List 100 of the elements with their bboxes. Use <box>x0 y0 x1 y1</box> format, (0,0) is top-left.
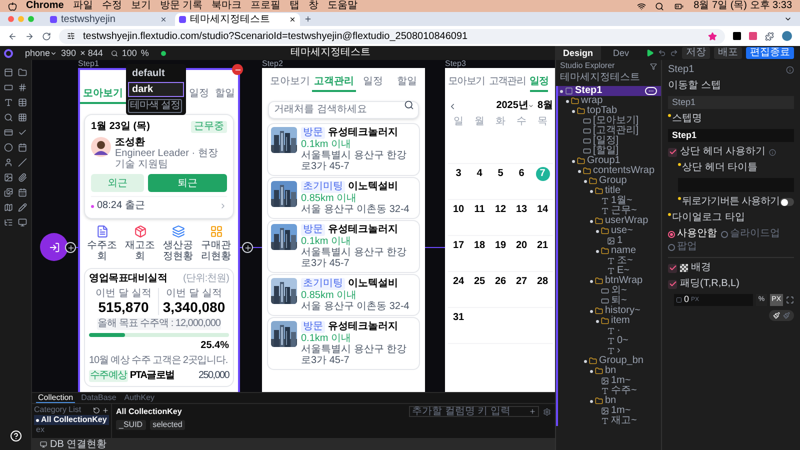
site-settings-icon[interactable] <box>67 32 75 40</box>
tree-item[interactable]: contentsWrap <box>558 166 661 176</box>
app-menu[interactable]: Chrome <box>26 0 64 12</box>
previous-month-icon[interactable] <box>448 102 457 110</box>
calendar-day[interactable]: 14 <box>536 203 548 235</box>
tree-item[interactable]: wrap <box>558 96 661 106</box>
tree-item[interactable]: [일정] <box>558 136 661 146</box>
customer-card[interactable]: 초기미팅 이노텍설비 0.85km 이내 서울 용산구 이촌동 32-4 <box>268 178 419 218</box>
tree-item[interactable]: 수주~ <box>558 386 661 396</box>
wifi-icon[interactable] <box>636 2 646 10</box>
date-icon[interactable] <box>18 188 27 197</box>
customer-card[interactable]: 방문 유성테크놀러지 0.1km 이내 서울특별시 용산구 한강로3가 45-7 <box>268 124 419 175</box>
search-icon[interactable] <box>4 113 13 122</box>
tree-item[interactable]: btnWrap <box>558 276 661 286</box>
shortcut-button[interactable]: 구매관리현황 <box>198 225 234 262</box>
apple-icon[interactable] <box>8 2 17 10</box>
customer-card[interactable]: 방문 유성테크놀러지 0.1km 이내 서울특별시 용산구 한강로3가 45-7 <box>268 318 419 369</box>
gallery-icon[interactable] <box>4 188 13 197</box>
grid-icon[interactable] <box>18 113 27 122</box>
calendar-day[interactable]: 26 <box>494 275 506 307</box>
more-icon[interactable] <box>645 87 657 95</box>
chevron-right-icon[interactable] <box>219 202 227 210</box>
toolbar-button[interactable]: 편집종료 <box>746 47 794 59</box>
toggle-switch[interactable] <box>780 198 794 206</box>
search-icon[interactable] <box>654 2 664 10</box>
menu-item[interactable]: 북마크 <box>212 0 242 12</box>
customer-card[interactable]: 초기미팅 이노텍설비 0.85km 이내 서울 용산구 이촌동 32-4 <box>268 275 419 315</box>
user-icon[interactable] <box>4 158 13 167</box>
tree-item[interactable]: bn <box>558 396 661 406</box>
category-item[interactable]: All CollectionKey <box>34 415 109 425</box>
tree-item[interactable]: topTab <box>558 106 661 116</box>
tree-item[interactable]: Group <box>558 176 661 186</box>
tree-item[interactable]: [모아보기] <box>558 116 661 126</box>
shortcut-button[interactable]: 수주조회 <box>84 225 120 262</box>
calendar-day[interactable]: 28 <box>536 275 548 307</box>
add-icon[interactable] <box>102 406 109 414</box>
tree-item[interactable]: 0~ <box>558 336 661 346</box>
theme-settings-button[interactable]: 테마색 설정 <box>128 99 182 113</box>
key-chip[interactable]: _SUID <box>116 420 146 430</box>
toolbar-button[interactable]: 배포 <box>714 47 742 59</box>
pencil-icon[interactable] <box>18 203 27 212</box>
settings-icon[interactable] <box>543 408 551 416</box>
monitor-icon[interactable] <box>18 218 27 227</box>
expand-icon[interactable] <box>786 296 794 304</box>
refresh-icon[interactable] <box>93 406 100 414</box>
tab[interactable]: 일정 <box>186 88 212 104</box>
reload-icon[interactable] <box>42 32 51 40</box>
key-chip[interactable]: selected <box>150 420 186 430</box>
tree-item[interactable]: 1 <box>558 236 661 246</box>
calendar-day[interactable]: 3 <box>456 167 462 199</box>
add-button[interactable] <box>65 242 76 253</box>
info-icon[interactable] <box>768 148 776 156</box>
calendar-day[interactable]: 5 <box>498 167 504 199</box>
toolbar-button[interactable]: 저장 <box>682 47 710 59</box>
logo-icon[interactable] <box>4 48 13 58</box>
check-icon[interactable] <box>18 128 27 137</box>
calendar-day[interactable]: 4 <box>476 167 482 199</box>
year-select[interactable]: 2025년 <box>496 100 534 112</box>
calendar-day[interactable]: 24 <box>452 275 464 307</box>
mode-tab[interactable]: Dev <box>605 46 638 60</box>
menu-item[interactable]: 파일 <box>72 0 93 12</box>
info-icon[interactable] <box>786 66 794 74</box>
rectangle-icon[interactable] <box>4 83 13 92</box>
tree-item[interactable]: 1m~ <box>558 376 661 386</box>
text-icon[interactable] <box>4 98 13 107</box>
menu-item[interactable]: 도움말 <box>328 0 358 12</box>
checkbox[interactable] <box>668 148 677 156</box>
step-name-field[interactable]: Step1 <box>668 129 794 142</box>
step-select-field[interactable]: Step1 <box>668 96 794 109</box>
calendar-day[interactable]: 20 <box>516 239 528 271</box>
menu-item[interactable]: 수정 <box>102 0 122 12</box>
customer-card[interactable]: 방문 유성테크놀러지 0.1km 이내 서울특별시 용산구 한강로3가 45-7 <box>268 221 419 272</box>
map-icon[interactable] <box>4 203 13 212</box>
battery-icon[interactable] <box>672 2 685 10</box>
paperclip-icon[interactable] <box>18 173 27 182</box>
menu-item[interactable]: 방문 기록 <box>160 0 203 12</box>
calendar-day[interactable]: 12 <box>494 203 506 235</box>
help-icon[interactable] <box>10 430 22 442</box>
close-icon[interactable] <box>160 16 167 23</box>
search-icon[interactable] <box>404 100 414 110</box>
tab[interactable]: 고객관리 <box>488 76 526 92</box>
tree-item[interactable]: 재고~ <box>558 416 661 426</box>
remove-button[interactable] <box>232 64 243 75</box>
search-field[interactable]: 거래처를 검색하세요 <box>268 100 419 118</box>
undo-icon[interactable] <box>658 49 666 57</box>
shortcut-button[interactable]: 재고조회 <box>122 225 158 262</box>
radio-button[interactable] <box>721 230 728 238</box>
tree-item[interactable]: history~ <box>558 306 661 316</box>
menu-item[interactable]: 창 <box>308 0 319 12</box>
panel-tab[interactable]: DataBase <box>79 393 118 403</box>
tab[interactable]: 할일 <box>212 88 238 104</box>
tab[interactable]: 모아보기 <box>448 76 485 92</box>
tree-item[interactable]: Group1 <box>558 156 661 166</box>
tree-item[interactable]: › <box>558 346 661 356</box>
calendar-day[interactable]: 10 <box>452 203 464 235</box>
folder-icon[interactable] <box>18 68 27 77</box>
tab[interactable]: 일정 <box>356 76 390 92</box>
tree-item[interactable]: item <box>558 316 661 326</box>
radio-button[interactable] <box>668 244 675 250</box>
menu-item[interactable]: 탭 <box>290 0 300 12</box>
